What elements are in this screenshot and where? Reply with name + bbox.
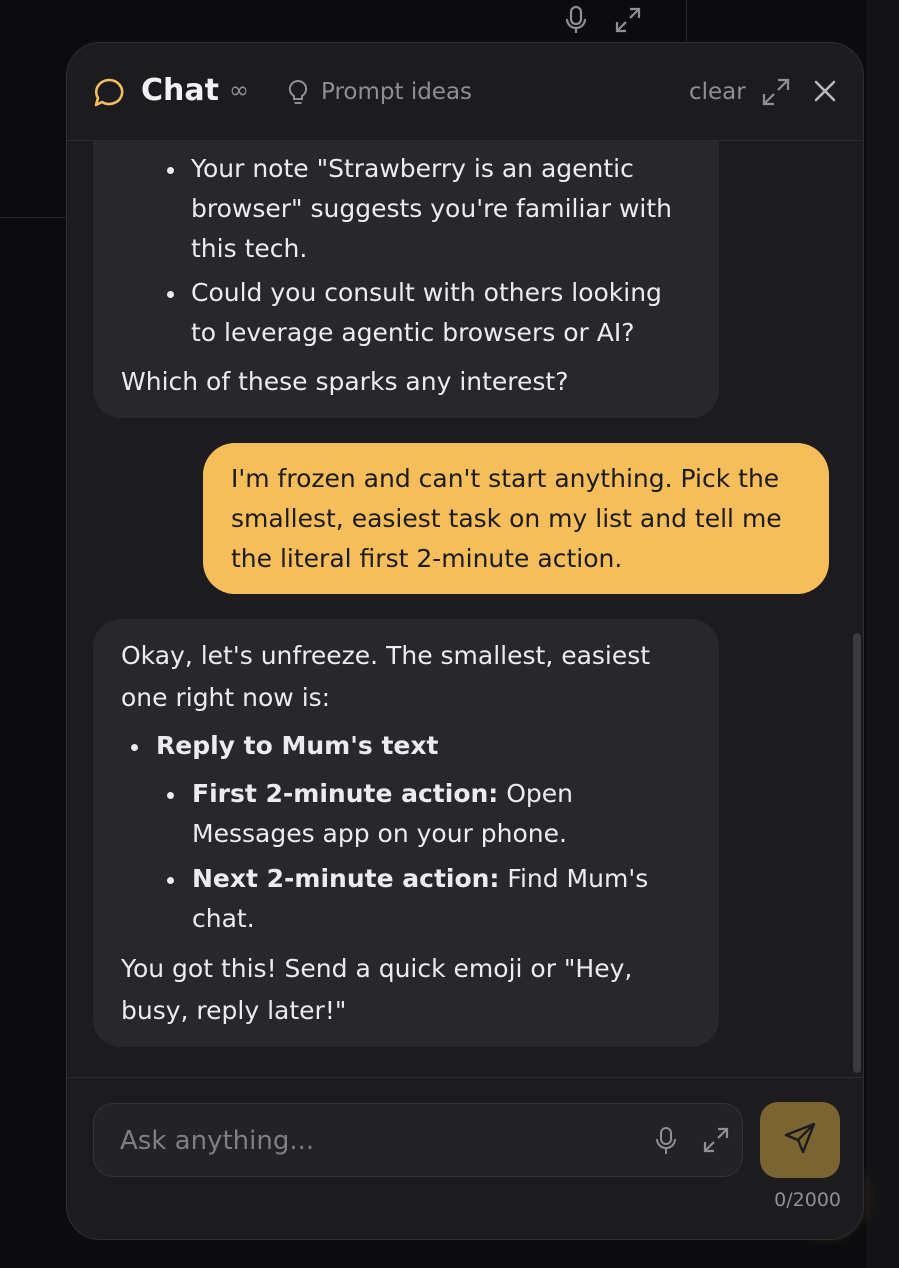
microphone-icon[interactable] xyxy=(654,1126,680,1156)
message-text: chat. xyxy=(192,904,255,933)
prompt-ideas-button[interactable]: Prompt ideas xyxy=(321,79,472,105)
lightbulb-icon[interactable] xyxy=(287,79,309,107)
message-text: this tech. xyxy=(191,234,308,263)
expand-icon[interactable] xyxy=(612,4,644,36)
message-text: smallest, easiest task on my list and te… xyxy=(231,504,782,533)
composer-divider xyxy=(67,1077,863,1078)
message-text: Find Mum's xyxy=(499,864,649,893)
message-text: Okay, let's unfreeze. The smallest, easi… xyxy=(121,635,650,719)
message-text: browser" suggests you're familiar with xyxy=(191,194,673,223)
send-icon xyxy=(783,1121,817,1159)
list-item: Your note "Strawberry is an agentic brow… xyxy=(191,149,691,269)
message-text: Okay, let's unfreeze. The smallest, easi… xyxy=(121,641,651,670)
infinity-icon[interactable]: ∞ xyxy=(229,76,249,104)
user-message: I'm frozen and can't start anything. Pic… xyxy=(203,443,829,594)
bullet-icon xyxy=(167,877,174,884)
list-item: Next 2-minute action: Find Mum's chat. xyxy=(192,859,672,939)
list-item: First 2-minute action: Open Messages app… xyxy=(192,774,672,854)
step-label: First 2-minute action: xyxy=(192,779,499,808)
bullet-icon xyxy=(131,744,138,751)
message-text: the literal first 2-minute action. xyxy=(231,544,623,573)
chat-title: Chat xyxy=(141,73,219,108)
background-divider xyxy=(0,217,66,218)
message-text: busy, reply later!" xyxy=(121,996,347,1025)
assistant-message: Your note "Strawberry is an agentic brow… xyxy=(93,141,719,418)
message-text: to leverage agentic browsers or AI? xyxy=(191,318,635,347)
message-text: Messages app on your phone. xyxy=(192,819,567,848)
bullet-icon xyxy=(167,792,174,799)
message-text: Could you consult with others looking xyxy=(191,278,662,307)
step-label: Next 2-minute action: xyxy=(192,864,500,893)
composer xyxy=(93,1103,743,1177)
scrollbar[interactable] xyxy=(853,633,861,1073)
expand-input-icon[interactable] xyxy=(702,1126,730,1154)
send-button[interactable] xyxy=(760,1102,840,1178)
message-text: Open xyxy=(498,779,574,808)
list-item: Could you consult with others looking to… xyxy=(191,273,691,353)
chat-bubble-icon xyxy=(93,77,125,109)
bullet-icon xyxy=(167,291,174,298)
message-text: You got this! Send a quick emoji or "Hey… xyxy=(121,954,633,983)
message-text: one right now is: xyxy=(121,683,331,712)
chat-panel: Chat ∞ Prompt ideas clear Your note "Str… xyxy=(66,42,864,1240)
message-text: Your note "Strawberry is an agentic xyxy=(191,154,634,183)
clear-button[interactable]: clear xyxy=(689,79,746,105)
chat-header: Chat ∞ Prompt ideas clear xyxy=(67,43,863,141)
message-text: I'm frozen and can't start anything. Pic… xyxy=(231,464,780,493)
bullet-icon xyxy=(167,167,174,174)
background-toolbar-icons xyxy=(560,4,644,36)
background-sidebar xyxy=(866,0,899,1268)
message-list[interactable]: Your note "Strawberry is an agentic brow… xyxy=(67,141,863,1077)
close-icon[interactable] xyxy=(811,77,839,105)
expand-icon[interactable] xyxy=(761,77,791,107)
task-title: Reply to Mum's text xyxy=(156,731,439,760)
assistant-message: Okay, let's unfreeze. The smallest, easi… xyxy=(93,619,719,1047)
message-text: Which of these sparks any interest? xyxy=(121,367,569,396)
message-text: You got this! Send a quick emoji or "Hey… xyxy=(121,948,632,1032)
chat-input[interactable] xyxy=(118,1122,622,1160)
character-counter: 0/2000 xyxy=(774,1189,841,1211)
microphone-icon[interactable] xyxy=(560,4,592,36)
